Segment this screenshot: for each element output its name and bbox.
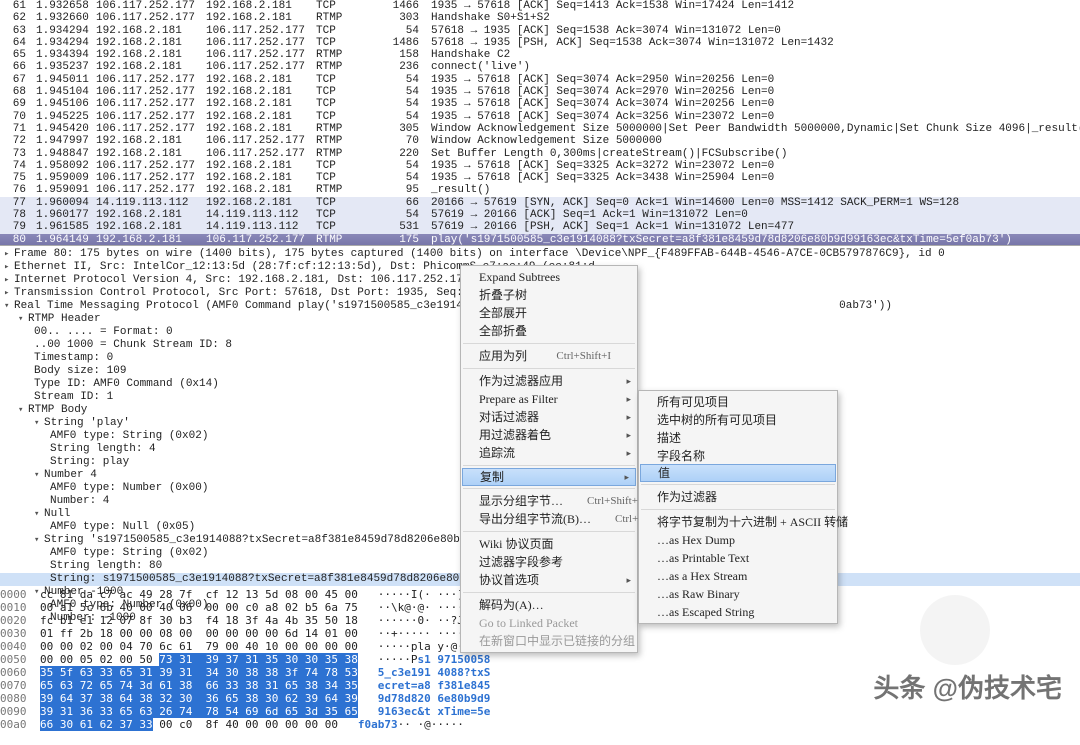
context-menu-copy[interactable]: 所有可见项目 选中树的所有可见项目 描述 字段名称 值 作为过滤器 将字节复制为…	[638, 390, 838, 624]
menu-separator	[463, 465, 635, 466]
packet-row[interactable]: 761.959091106.117.252.177192.168.2.181RT…	[0, 184, 1080, 196]
mi-copy-value[interactable]: 值	[640, 464, 836, 482]
mi-copy-hex-stream[interactable]: …as a Hex Stream	[639, 567, 837, 585]
hex-row[interactable]: 006035 5f 63 33 65 31 39 31 34 30 38 38 …	[0, 666, 1080, 679]
menu-separator	[641, 509, 835, 510]
packet-row[interactable]: 661.935237192.168.2.181106.117.252.177RT…	[0, 61, 1080, 73]
menu-separator	[641, 484, 835, 485]
mi-apply-as-column[interactable]: 应用为列Ctrl+Shift+I	[461, 347, 637, 365]
rtmp-header[interactable]: RTMP Header	[28, 313, 101, 325]
mi-copy[interactable]: 复制	[462, 468, 636, 486]
mi-collapse-all[interactable]: 全部折叠	[461, 322, 637, 340]
rtmp-typeid[interactable]: Type ID: AMF0 Command (0x14)	[34, 378, 219, 390]
mi-expand-all[interactable]: 全部展开	[461, 304, 637, 322]
hex-row[interactable]: 009039 31 36 33 65 63 26 74 78 54 69 6d …	[0, 705, 1080, 718]
mi-copy-description[interactable]: 描述	[639, 429, 837, 447]
menu-separator	[463, 488, 635, 489]
hex-row[interactable]: 00a066 30 61 62 37 33 00 c0 8f 40 00 00 …	[0, 718, 1080, 731]
packet-row[interactable]: 741.958092106.117.252.177192.168.2.181TC…	[0, 160, 1080, 172]
mi-copy-as-filter[interactable]: 作为过滤器	[639, 488, 837, 506]
packet-row[interactable]: 791.961585192.168.2.18114.119.113.112TCP…	[0, 221, 1080, 233]
packet-row[interactable]: 731.948847192.168.2.181106.117.252.177RT…	[0, 148, 1080, 160]
context-menu-main[interactable]: Expand Subtrees 折叠子树 全部展开 全部折叠 应用为列Ctrl+…	[460, 265, 638, 653]
number-4[interactable]: Number 4	[44, 469, 97, 481]
packet-row[interactable]: 721.947997192.168.2.181106.117.252.177RT…	[0, 135, 1080, 147]
mi-copy-fieldname[interactable]: 字段名称	[639, 447, 837, 465]
mi-collapse-subtrees[interactable]: 折叠子树	[461, 286, 637, 304]
packet-row[interactable]: 701.945225106.117.252.177192.168.2.181TC…	[0, 111, 1080, 123]
mi-decode-as[interactable]: 解码为(A)…	[461, 596, 637, 614]
hex-row[interactable]: 005000 00 05 02 00 50 73 31 39 37 31 35 …	[0, 653, 1080, 666]
rtmp-format[interactable]: 00.. .... = Format: 0	[34, 326, 173, 338]
mi-show-linked-new: 在新窗口中显示已链接的分组	[461, 632, 637, 650]
rtmp-streamid[interactable]: Stream ID: 1	[34, 391, 113, 403]
mi-copy-bytes-hex-ascii[interactable]: 将字节复制为十六进制 + ASCII 转储	[639, 513, 837, 531]
amf-type-number[interactable]: AMF0 type: Number (0x00)	[50, 482, 208, 494]
hex-row[interactable]: 007065 63 72 65 74 3d 61 38 66 33 38 31 …	[0, 679, 1080, 692]
menu-separator	[463, 368, 635, 369]
mi-copy-escaped-string[interactable]: …as Escaped String	[639, 603, 837, 621]
amf-type-string2[interactable]: AMF0 type: String (0x02)	[50, 547, 208, 559]
mi-colorize-with-filter[interactable]: 用过滤器着色	[461, 426, 637, 444]
amf-type-null[interactable]: AMF0 type: Null (0x05)	[50, 521, 195, 533]
packet-row[interactable]: 751.959009106.117.252.177192.168.2.181TC…	[0, 172, 1080, 184]
packet-row[interactable]: 771.96009414.119.113.112192.168.2.181TCP…	[0, 197, 1080, 209]
menu-separator	[463, 531, 635, 532]
rtmp-bodysize[interactable]: Body size: 109	[34, 365, 126, 377]
ip-summary[interactable]: Internet Protocol Version 4, Src: 192.16…	[14, 274, 469, 286]
mi-conversation-filter[interactable]: 对话过滤器	[461, 408, 637, 426]
string-play-val[interactable]: String: play	[50, 456, 129, 468]
frame-summary[interactable]: Frame 80: 175 bytes on wire (1400 bits),…	[14, 248, 945, 260]
mi-wiki-protocol[interactable]: Wiki 协议页面	[461, 535, 637, 553]
string-play[interactable]: String 'play'	[44, 417, 130, 429]
null-node[interactable]: Null	[44, 508, 70, 520]
string-length-4[interactable]: String length: 4	[50, 443, 156, 455]
packet-row[interactable]: 631.934294192.168.2.181106.117.252.177TC…	[0, 25, 1080, 37]
mi-copy-raw-binary[interactable]: …as Raw Binary	[639, 585, 837, 603]
packet-row[interactable]: 671.945011106.117.252.177192.168.2.181TC…	[0, 74, 1080, 86]
mi-protocol-preferences[interactable]: 协议首选项	[461, 571, 637, 589]
mi-copy-selected-visible[interactable]: 选中树的所有可见项目	[639, 411, 837, 429]
amf-type-number2[interactable]: AMF0 type: Number (0x00)	[50, 599, 208, 611]
packet-row[interactable]: 621.932660106.117.252.177192.168.2.181RT…	[0, 12, 1080, 24]
mi-follow[interactable]: 追踪流	[461, 444, 637, 462]
mi-prepare-as-filter[interactable]: Prepare as Filter	[461, 390, 637, 408]
mi-copy-hex-dump[interactable]: …as Hex Dump	[639, 531, 837, 549]
menu-separator	[463, 592, 635, 593]
packet-row[interactable]: 641.934294192.168.2.181106.117.252.177TC…	[0, 37, 1080, 49]
packet-row[interactable]: 681.945104106.117.252.177192.168.2.181TC…	[0, 86, 1080, 98]
number-neg1000-val[interactable]: Number: -1000	[50, 612, 136, 624]
number-4-val[interactable]: Number: 4	[50, 495, 109, 507]
packet-row[interactable]: 801.964149192.168.2.181106.117.252.177RT…	[0, 234, 1080, 245]
amf-type-string[interactable]: AMF0 type: String (0x02)	[50, 430, 208, 442]
mi-show-packet-bytes[interactable]: 显示分组字节…Ctrl+Shift+O	[461, 492, 637, 510]
mi-filter-field-reference[interactable]: 过滤器字段参考	[461, 553, 637, 571]
string-length-80[interactable]: String length: 80	[50, 560, 162, 572]
rtmp-csid[interactable]: ..00 1000 = Chunk Stream ID: 8	[34, 339, 232, 351]
hex-row[interactable]: 008039 64 37 38 64 38 32 30 36 65 38 30 …	[0, 692, 1080, 705]
mi-copy-printable-text[interactable]: …as Printable Text	[639, 549, 837, 567]
rtmp-ts[interactable]: Timestamp: 0	[34, 352, 113, 364]
packet-row[interactable]: 711.945420106.117.252.177192.168.2.181RT…	[0, 123, 1080, 135]
packet-row[interactable]: 611.932658106.117.252.177192.168.2.181TC…	[0, 0, 1080, 12]
packet-row[interactable]: 651.934394192.168.2.181106.117.252.177RT…	[0, 49, 1080, 61]
menu-separator	[463, 343, 635, 344]
mi-goto-linked: Go to Linked Packet	[461, 614, 637, 632]
mi-apply-as-filter[interactable]: 作为过滤器应用	[461, 372, 637, 390]
mi-expand-subtrees[interactable]: Expand Subtrees	[461, 268, 637, 286]
mi-copy-all-visible[interactable]: 所有可见项目	[639, 393, 837, 411]
packet-row[interactable]: 781.960177192.168.2.18114.119.113.112TCP…	[0, 209, 1080, 221]
packet-row[interactable]: 691.945106106.117.252.177192.168.2.181TC…	[0, 98, 1080, 110]
rtmp-body[interactable]: RTMP Body	[28, 404, 87, 416]
packet-list[interactable]: 611.932658106.117.252.177192.168.2.181TC…	[0, 0, 1080, 245]
number-neg1000[interactable]: Number -1000	[44, 586, 123, 598]
mi-export-packet-bytes[interactable]: 导出分组字节流(B)…Ctrl+Shift+X	[461, 510, 637, 528]
